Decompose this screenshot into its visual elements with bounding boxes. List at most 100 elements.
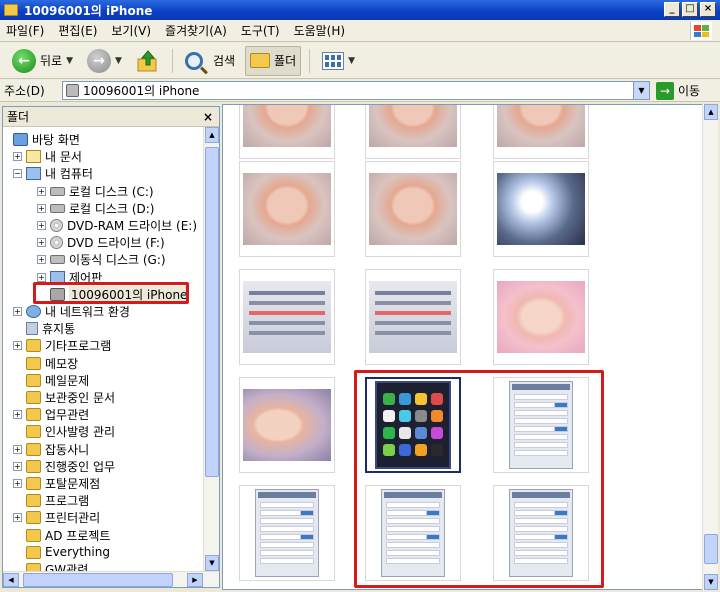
scrollbar-thumb[interactable] — [23, 573, 173, 587]
thumbnail-item[interactable] — [239, 269, 335, 365]
tree-item[interactable]: 휴지통 — [13, 320, 75, 337]
iphone-camera-icon — [66, 84, 79, 97]
tree-item[interactable]: + 내 문서 — [13, 148, 82, 165]
folder-icon — [26, 356, 41, 370]
tree-item[interactable]: 프로그램 — [13, 492, 89, 509]
expand-icon[interactable]: + — [13, 513, 22, 523]
expand-icon[interactable]: + — [13, 152, 22, 162]
folder-pane-horizontal-scrollbar[interactable]: ◀ ▶ — [3, 571, 219, 587]
tree-item[interactable]: 바탕 화면 — [9, 131, 80, 148]
close-icon[interactable]: × — [203, 110, 213, 124]
expand-icon[interactable]: + — [37, 203, 46, 213]
tree-item-label: 로컬 디스크 (D:) — [69, 201, 155, 216]
thumbnail-image — [497, 105, 585, 147]
title-bar: 10096001의 iPhone _ □ × — [0, 0, 720, 20]
forward-button[interactable]: → ▼ — [83, 46, 126, 76]
address-input[interactable]: 10096001의 iPhone ▼ — [62, 81, 650, 100]
collapse-icon[interactable]: − — [13, 169, 22, 179]
chevron-down-icon[interactable]: ▼ — [633, 82, 649, 99]
menu-view[interactable]: 보기(V) — [111, 22, 151, 39]
tree-item[interactable]: AD 프로젝트 — [13, 527, 110, 544]
tree-item[interactable]: 인사발령 관리 — [13, 423, 115, 440]
go-label: 이동 — [678, 84, 701, 98]
thumbnail-item[interactable] — [239, 485, 335, 581]
views-button[interactable]: ▼ — [318, 46, 359, 76]
toolbar-separator — [171, 48, 173, 73]
expand-icon[interactable]: + — [37, 255, 46, 265]
tree-item[interactable]: 보관중인 문서 — [13, 389, 115, 406]
expand-icon[interactable]: + — [37, 221, 46, 230]
tree-item[interactable]: + 진행중인 업무 — [13, 458, 115, 475]
menu-tools[interactable]: 도구(T) — [241, 22, 280, 39]
folders-button[interactable]: 폴더 — [245, 45, 302, 76]
tree-item-label: 진행중인 업무 — [45, 459, 116, 474]
tree-item-label: 내 컴퓨터 — [45, 167, 93, 182]
thumbnail-item[interactable] — [493, 105, 589, 159]
tree-item[interactable]: + 내 네트워크 환경 — [13, 303, 130, 320]
thumbnail-item[interactable] — [365, 269, 461, 365]
chevron-down-icon[interactable]: ▼ — [66, 56, 73, 66]
go-button[interactable]: → 이동 — [656, 81, 701, 100]
tree-item[interactable]: 메모장 — [13, 355, 78, 372]
thumbnail-item[interactable] — [365, 105, 461, 159]
scrollbar-thumb[interactable] — [704, 534, 718, 564]
thumbnail-item[interactable] — [239, 377, 335, 473]
expand-icon[interactable]: + — [13, 479, 22, 488]
up-button[interactable] — [132, 46, 164, 76]
close-button[interactable]: × — [700, 2, 716, 17]
tree-item[interactable]: + 포탈문제점 — [13, 475, 100, 492]
thumbnail-image — [369, 173, 457, 245]
tree-item[interactable]: Everything — [13, 544, 110, 561]
search-label: 검색 — [212, 54, 236, 68]
folder-pane: 폴더 × 바탕 화면 + 내 문서 − 내 컴퓨터 + 로컬 디스크 (C:) + 로컬 디스크… — [2, 106, 220, 588]
expand-icon[interactable]: + — [13, 444, 22, 454]
tree-item[interactable]: + 프린터관리 — [13, 509, 100, 526]
scrollbar-thumb[interactable] — [205, 147, 219, 477]
tree-item[interactable]: + 잡동사니 — [13, 441, 89, 458]
expand-icon[interactable]: + — [13, 410, 22, 420]
tree-item[interactable]: + 이동식 디스크 (G:) — [37, 251, 166, 268]
expand-icon[interactable]: + — [37, 186, 46, 196]
menu-help[interactable]: 도움말(H) — [294, 22, 346, 39]
folder-icon — [26, 391, 41, 404]
thumbnail-item[interactable] — [365, 161, 461, 257]
scroll-right-arrow-icon[interactable]: ▶ — [187, 573, 203, 587]
tree-item[interactable]: + 업무관련 — [13, 406, 89, 423]
tree-item[interactable]: − 내 컴퓨터 — [13, 165, 93, 182]
expand-icon[interactable]: + — [37, 238, 46, 248]
back-button[interactable]: ← 뒤로 ▼ — [8, 46, 77, 76]
tree-item-label: 바탕 화면 — [32, 133, 80, 147]
expand-icon[interactable]: + — [13, 307, 22, 316]
chevron-down-icon[interactable]: ▼ — [115, 56, 122, 66]
scroll-up-arrow-icon[interactable]: ▲ — [205, 127, 219, 143]
scroll-down-arrow-icon[interactable]: ▼ — [205, 555, 219, 571]
expand-icon[interactable]: + — [37, 272, 46, 282]
maximize-button[interactable]: □ — [682, 2, 698, 17]
thumbnail-vertical-scrollbar[interactable]: ▲ ▼ — [702, 104, 718, 590]
minimize-button[interactable]: _ — [664, 2, 680, 17]
tree-item[interactable]: + DVD-RAM 드라이브 (E:) — [37, 217, 197, 234]
scroll-left-arrow-icon[interactable]: ◀ — [3, 573, 19, 587]
tree-item-label: 로컬 디스크 (C:) — [69, 184, 154, 199]
tree-item[interactable]: + 로컬 디스크 (D:) — [37, 200, 154, 217]
search-button[interactable]: 검색 — [181, 46, 239, 76]
tree-item[interactable]: + DVD 드라이브 (F:) — [37, 234, 165, 251]
menu-edit[interactable]: 편집(E) — [58, 22, 97, 39]
scroll-down-arrow-icon[interactable]: ▼ — [704, 574, 718, 590]
toolbar: ← 뒤로 ▼ → ▼ 검색 폴더 ▼ — [0, 43, 720, 79]
thumbnail-item[interactable] — [239, 161, 335, 257]
up-folder-icon — [136, 49, 160, 73]
thumbnail-item[interactable] — [493, 161, 589, 257]
menu-file[interactable]: 파일(F) — [6, 22, 44, 39]
tree-item[interactable]: 메일문제 — [13, 372, 89, 389]
chevron-down-icon[interactable]: ▼ — [348, 56, 355, 66]
tree-item[interactable]: + 기타프로그램 — [13, 337, 111, 354]
thumbnail-item[interactable] — [239, 105, 335, 159]
thumbnail-item[interactable] — [493, 269, 589, 365]
tree-item[interactable]: + 로컬 디스크 (C:) — [37, 183, 154, 200]
expand-icon[interactable]: + — [13, 461, 22, 471]
menu-favorites[interactable]: 즐겨찾기(A) — [165, 22, 227, 39]
folder-pane-vertical-scrollbar[interactable]: ▲ ▼ — [203, 127, 219, 571]
scroll-up-arrow-icon[interactable]: ▲ — [704, 104, 718, 120]
expand-icon[interactable]: + — [13, 341, 22, 351]
